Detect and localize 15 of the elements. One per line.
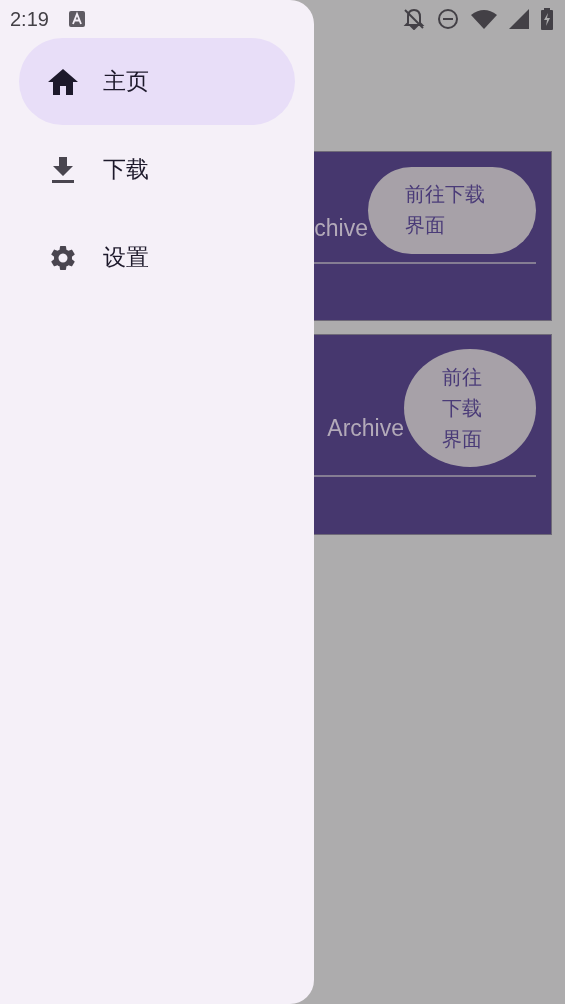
status-time: 2:19	[10, 7, 49, 31]
drawer-item[interactable]: 下载	[19, 126, 295, 213]
notifications-off-icon	[403, 8, 425, 30]
card-title: Archive	[327, 414, 404, 442]
card-title: chive	[314, 214, 368, 242]
go-to-downloads-button[interactable]: 前往下载界面	[404, 349, 536, 467]
wifi-icon	[471, 9, 497, 29]
drawer-item[interactable]: 设置	[19, 214, 295, 301]
battery-icon	[541, 8, 553, 30]
go-to-downloads-button[interactable]: 前往下载界面	[368, 166, 536, 254]
home-icon	[47, 67, 79, 96]
signal-icon	[509, 9, 529, 29]
drawer-item[interactable]: 主页	[19, 38, 295, 125]
do-not-disturb-icon	[437, 8, 459, 30]
notification-icon	[68, 11, 85, 27]
